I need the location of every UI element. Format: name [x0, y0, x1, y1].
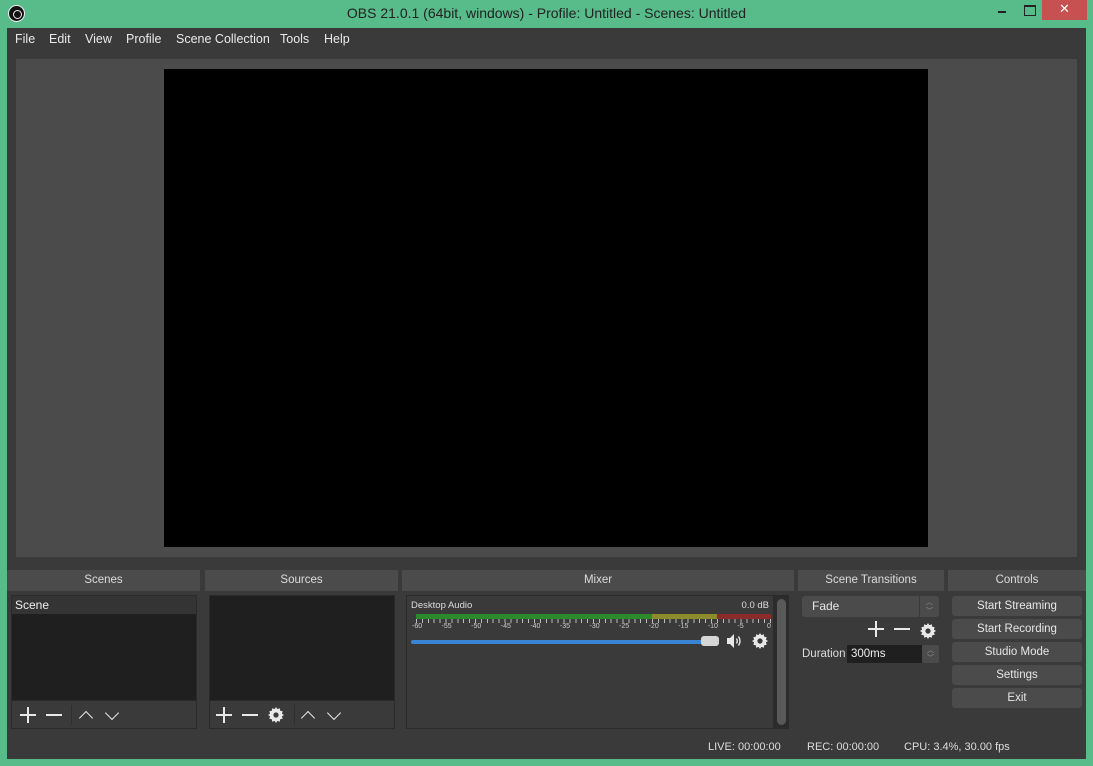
move-source-up-button[interactable]	[298, 705, 318, 725]
menu-scene-collection[interactable]: Scene Collection	[176, 32, 270, 46]
gear-icon[interactable]	[752, 633, 768, 649]
speaker-icon[interactable]	[727, 634, 743, 648]
menu-bar: File Edit View Profile Scene Collection …	[7, 28, 1086, 52]
exit-button[interactable]: Exit	[952, 688, 1082, 708]
meter-tick-label: -45	[500, 623, 511, 630]
meter-tick-labels: -60 -55 -50 -45 -40 -35 -30 -25 -20 -15 -10 -5 0	[412, 623, 777, 633]
cpu-status: CPU: 3.4%, 30.00 fps	[904, 741, 1010, 753]
gear-icon[interactable]	[920, 623, 936, 639]
remove-source-button[interactable]	[240, 705, 260, 725]
add-scene-button[interactable]	[18, 705, 38, 725]
menu-help[interactable]: Help	[324, 32, 350, 46]
live-status: LIVE: 00:00:00	[708, 741, 781, 753]
meter-tick-label: -25	[619, 623, 630, 630]
scenes-toolbar	[12, 700, 196, 728]
updown-arrows-icon: ︿ ﹀	[919, 596, 939, 617]
menu-profile[interactable]: Profile	[126, 32, 161, 46]
sources-dock-title: Sources	[205, 570, 398, 591]
preview-canvas[interactable]	[164, 69, 928, 547]
meter-tick-label: -35	[559, 623, 571, 630]
close-button[interactable]: ✕	[1042, 0, 1087, 20]
volume-slider-handle[interactable]	[701, 636, 719, 646]
meter-tick-label: -30	[589, 623, 600, 630]
source-properties-button[interactable]	[266, 705, 286, 725]
volume-slider[interactable]	[411, 640, 711, 644]
sources-toolbar	[210, 700, 394, 728]
duration-input[interactable]: 300ms	[847, 645, 922, 663]
remove-transition-button[interactable]	[892, 619, 912, 639]
remove-scene-button[interactable]	[44, 705, 64, 725]
scenes-dock-title: Scenes	[7, 570, 200, 591]
move-scene-down-button[interactable]	[102, 705, 122, 725]
duration-spinner[interactable]: ︿ ﹀	[922, 645, 939, 663]
audio-level-readout: 0.0 dB	[741, 600, 769, 611]
menu-view[interactable]: View	[85, 32, 112, 46]
main-window: File Edit View Profile Scene Collection …	[7, 28, 1086, 759]
move-scene-up-button[interactable]	[76, 705, 96, 725]
audio-channel-name: Desktop Audio	[411, 600, 473, 611]
transitions-dock-title: Scene Transitions	[798, 570, 944, 591]
meter-tick-label: -55	[441, 623, 452, 630]
settings-button[interactable]: Settings	[952, 665, 1082, 685]
transition-select[interactable]: Fade ︿ ﹀	[802, 596, 939, 617]
toolbar-divider	[294, 705, 295, 725]
meter-tick-label: -60	[412, 623, 423, 630]
mixer-dock-title: Mixer	[402, 570, 794, 591]
move-source-down-button[interactable]	[324, 705, 344, 725]
add-source-button[interactable]	[214, 705, 234, 725]
scene-item[interactable]: Scene	[12, 596, 196, 614]
maximize-button[interactable]	[1018, 0, 1042, 20]
meter-tick-label: -40	[530, 623, 541, 630]
mixer-panel: Desktop Audio 0.0 dB -60 -55 -50 -45 -40 -35-…	[406, 595, 789, 729]
meter-tick-label: -20	[648, 623, 659, 630]
studio-mode-button[interactable]: Studio Mode	[952, 642, 1082, 662]
toolbar-divider	[71, 705, 72, 725]
scenes-list: Scene	[11, 595, 197, 729]
window-title: OBS 21.0.1 (64bit, windows) - Profile: U…	[346, 5, 747, 21]
rec-status: REC: 00:00:00	[807, 741, 880, 753]
meter-tick-label: -50	[471, 623, 482, 630]
preview-area	[16, 59, 1077, 557]
meter-tick-label: -15	[678, 623, 689, 630]
start-streaming-button[interactable]: Start Streaming	[952, 596, 1082, 616]
controls-dock-title: Controls	[948, 570, 1086, 591]
add-transition-button[interactable]	[866, 619, 886, 639]
menu-file[interactable]: File	[15, 32, 35, 46]
duration-label: Duration	[802, 648, 846, 660]
meter-tick-label: -10	[707, 623, 718, 630]
transition-selected-value: Fade	[812, 599, 840, 613]
meter-tick-label: 0	[767, 623, 771, 630]
meter-tick-label: -5	[737, 623, 744, 630]
close-icon: ✕	[1059, 2, 1070, 17]
menu-edit[interactable]: Edit	[49, 32, 71, 46]
title-bar: OBS 21.0.1 (64bit, windows) - Profile: U…	[0, 0, 1093, 29]
gear-icon	[268, 707, 284, 723]
mixer-scrollbar[interactable]	[777, 599, 786, 725]
start-recording-button[interactable]: Start Recording	[952, 619, 1082, 639]
menu-tools[interactable]: Tools	[280, 32, 309, 46]
sources-list	[209, 595, 395, 729]
minimize-button[interactable]	[992, 0, 1018, 20]
